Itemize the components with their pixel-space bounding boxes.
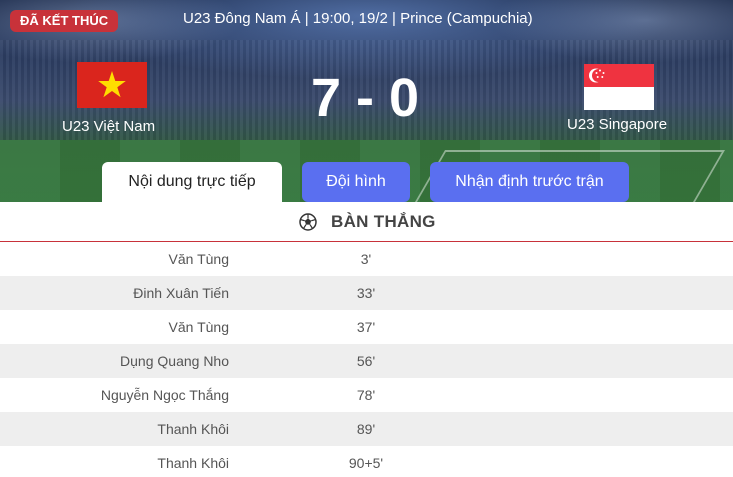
goal-row: Văn Tùng 3' bbox=[0, 242, 733, 276]
goal-row: Dụng Quang Nho 56' bbox=[0, 344, 733, 378]
goal-row: Nguyễn Ngọc Thắng 78' bbox=[0, 378, 733, 412]
goal-scorer: Nguyễn Ngọc Thắng bbox=[100, 387, 229, 403]
match-info: U23 Đông Nam Á | 19:00, 19/2 | Prince (C… bbox=[183, 10, 533, 27]
away-team-name: U23 Singapore bbox=[567, 116, 668, 133]
goal-row: Đinh Xuân Tiến 33' bbox=[0, 276, 733, 310]
status-badge: ĐÃ KẾT THÚC bbox=[10, 10, 119, 32]
goals-section-header: BÀN THẮNG bbox=[0, 202, 733, 242]
match-header: ĐÃ KẾT THÚC U23 Đông Nam Á | 19:00, 19/2… bbox=[0, 0, 733, 202]
home-team-name: U23 Việt Nam bbox=[62, 118, 156, 135]
tab-live-content[interactable]: Nội dung trực tiếp bbox=[102, 162, 282, 202]
goal-scorer: Đinh Xuân Tiến bbox=[133, 285, 229, 301]
goal-minute: 37' bbox=[356, 319, 376, 335]
goal-row: Văn Tùng 37' bbox=[0, 310, 733, 344]
goal-minute: 90+5' bbox=[348, 455, 384, 471]
goal-list: Văn Tùng 3' Đinh Xuân Tiến 33' Văn Tùng … bbox=[0, 242, 733, 477]
goal-minute: 33' bbox=[356, 285, 376, 301]
tab-match-preview[interactable]: Nhận định trước trận bbox=[430, 162, 629, 202]
goal-minute: 56' bbox=[356, 353, 376, 369]
goal-minute: 89' bbox=[356, 421, 376, 437]
goal-scorer: Thanh Khôi bbox=[157, 455, 229, 471]
match-score: 7 - 0 bbox=[310, 68, 420, 128]
goal-minute: 78' bbox=[356, 387, 376, 403]
goal-scorer: Dụng Quang Nho bbox=[120, 353, 229, 369]
vietnam-flag-icon bbox=[77, 62, 147, 108]
goals-section-title: BÀN THẮNG bbox=[331, 212, 436, 231]
goal-row: Thanh Khôi 89' bbox=[0, 412, 733, 446]
goal-scorer: Văn Tùng bbox=[168, 251, 229, 267]
goal-scorer: Văn Tùng bbox=[168, 319, 229, 335]
goal-scorer: Thanh Khôi bbox=[157, 421, 229, 437]
goal-row: Thanh Khôi 90+5' bbox=[0, 446, 733, 477]
goal-minute: 3' bbox=[360, 251, 372, 267]
soccer-ball-icon bbox=[299, 213, 317, 236]
singapore-flag-icon bbox=[584, 64, 654, 110]
tab-lineup[interactable]: Đội hình bbox=[302, 162, 410, 202]
